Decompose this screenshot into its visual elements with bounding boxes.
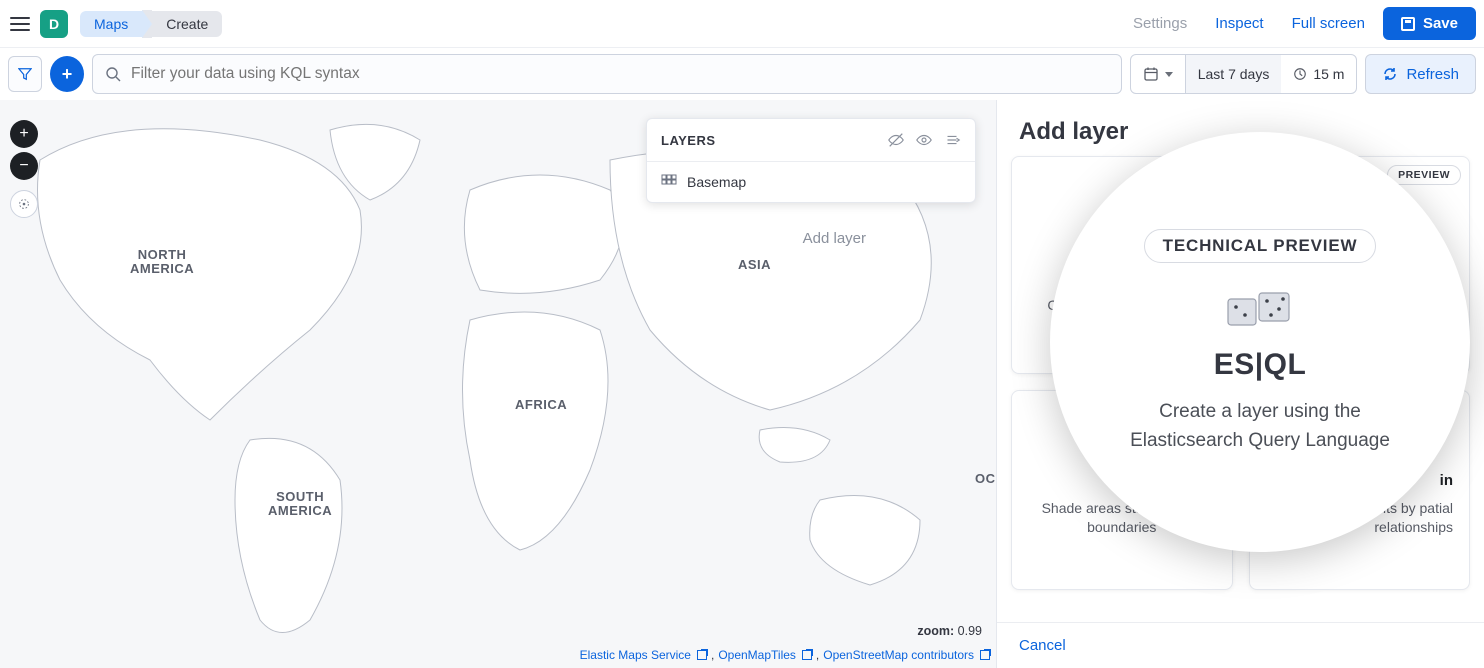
zoom-readout: zoom: 0.99 — [917, 624, 982, 638]
time-interval-label: 15 m — [1313, 66, 1344, 82]
external-icon — [802, 650, 812, 660]
basemap-icon — [661, 174, 677, 190]
layer-item-label: Basemap — [687, 174, 746, 190]
map-label-africa: AFRICA — [515, 398, 567, 412]
fullscreen-link[interactable]: Full screen — [1282, 9, 1375, 38]
filter-button[interactable] — [8, 56, 42, 92]
attrib-ems[interactable]: Elastic Maps Service — [580, 648, 691, 662]
external-icon — [980, 650, 990, 660]
clock-icon — [1293, 67, 1307, 81]
cancel-link[interactable]: Cancel — [1019, 637, 1066, 654]
attrib-osm[interactable]: OpenStreetMap contributors — [823, 648, 974, 662]
refresh-button[interactable]: Refresh — [1365, 54, 1476, 94]
fit-bounds-button[interactable] — [10, 190, 38, 218]
layers-panel-header: LAYERS — [647, 119, 975, 162]
map-label-north-america: NORTH AMERICA — [130, 248, 194, 277]
breadcrumb: Maps Create — [80, 10, 222, 38]
app-header: D Maps Create Settings Inspect Full scre… — [0, 0, 1484, 48]
collapse-icon[interactable] — [943, 131, 961, 149]
show-all-icon[interactable] — [915, 131, 933, 149]
crosshair-icon — [17, 197, 31, 211]
chevron-down-icon — [1165, 72, 1173, 77]
map-label-south-america: SOUTH AMERICA — [268, 490, 332, 519]
layers-panel: LAYERS Basemap — [646, 118, 976, 203]
external-icon — [697, 650, 707, 660]
breadcrumb-create: Create — [152, 11, 222, 37]
add-filter-button[interactable]: + — [50, 56, 84, 92]
layer-item-basemap[interactable]: Basemap — [647, 162, 975, 202]
magnifier-esql-title: ES|QL — [1214, 348, 1307, 382]
settings-link[interactable]: Settings — [1123, 9, 1197, 38]
zoom-in-button[interactable]: + — [10, 120, 38, 148]
map-attribution: Elastic Maps Service, OpenMapTiles, Open… — [580, 648, 990, 662]
map-label-oc: OC — [975, 472, 996, 486]
zoom-label: zoom: — [917, 624, 954, 638]
query-input[interactable] — [131, 65, 1109, 83]
breadcrumb-maps[interactable]: Maps — [80, 11, 142, 37]
magnifier-desc: Create a layer using the Elasticsearch Q… — [1110, 398, 1410, 455]
time-interval[interactable]: 15 m — [1281, 55, 1356, 93]
attrib-omt[interactable]: OpenMapTiles — [718, 648, 796, 662]
query-input-wrap[interactable] — [92, 54, 1122, 94]
preview-badge: PREVIEW — [1387, 165, 1461, 185]
map-canvas[interactable]: NORTH AMERICA SOUTH AMERICA AFRICA ASIA … — [0, 100, 996, 668]
zoom-controls: + − — [10, 120, 38, 218]
map-label-asia: ASIA — [738, 258, 771, 272]
calendar-icon — [1143, 66, 1159, 82]
time-calendar-button[interactable] — [1131, 55, 1186, 93]
inspect-link[interactable]: Inspect — [1205, 9, 1273, 38]
card-join-title-partial: in — [1440, 472, 1453, 489]
zoom-out-button[interactable]: − — [10, 152, 38, 180]
breadcrumb-separator — [142, 10, 152, 38]
menu-button[interactable] — [8, 12, 32, 36]
filter-icon — [18, 67, 32, 81]
time-range-label[interactable]: Last 7 days — [1186, 55, 1282, 93]
save-icon — [1401, 17, 1415, 31]
refresh-label: Refresh — [1406, 66, 1459, 83]
layers-panel-title: LAYERS — [661, 133, 887, 148]
magnifier-esql-icon — [1225, 287, 1295, 334]
save-button[interactable]: Save — [1383, 7, 1476, 40]
magnifier-badge: TECHNICAL PREVIEW — [1144, 229, 1377, 263]
space-avatar[interactable]: D — [40, 10, 68, 38]
save-button-label: Save — [1423, 15, 1458, 32]
time-picker[interactable]: Last 7 days 15 m — [1130, 54, 1358, 94]
add-layer-ghost[interactable]: Add layer — [803, 230, 866, 247]
search-icon — [105, 66, 121, 82]
query-bar: + Last 7 days 15 m Refresh — [0, 48, 1484, 100]
zoom-value: 0.99 — [958, 624, 982, 638]
magnifier-overlay: TECHNICAL PREVIEW ES|QL Create a layer u… — [1050, 132, 1470, 552]
refresh-icon — [1382, 66, 1398, 82]
hide-all-icon[interactable] — [887, 131, 905, 149]
add-layer-footer: Cancel — [997, 622, 1484, 668]
